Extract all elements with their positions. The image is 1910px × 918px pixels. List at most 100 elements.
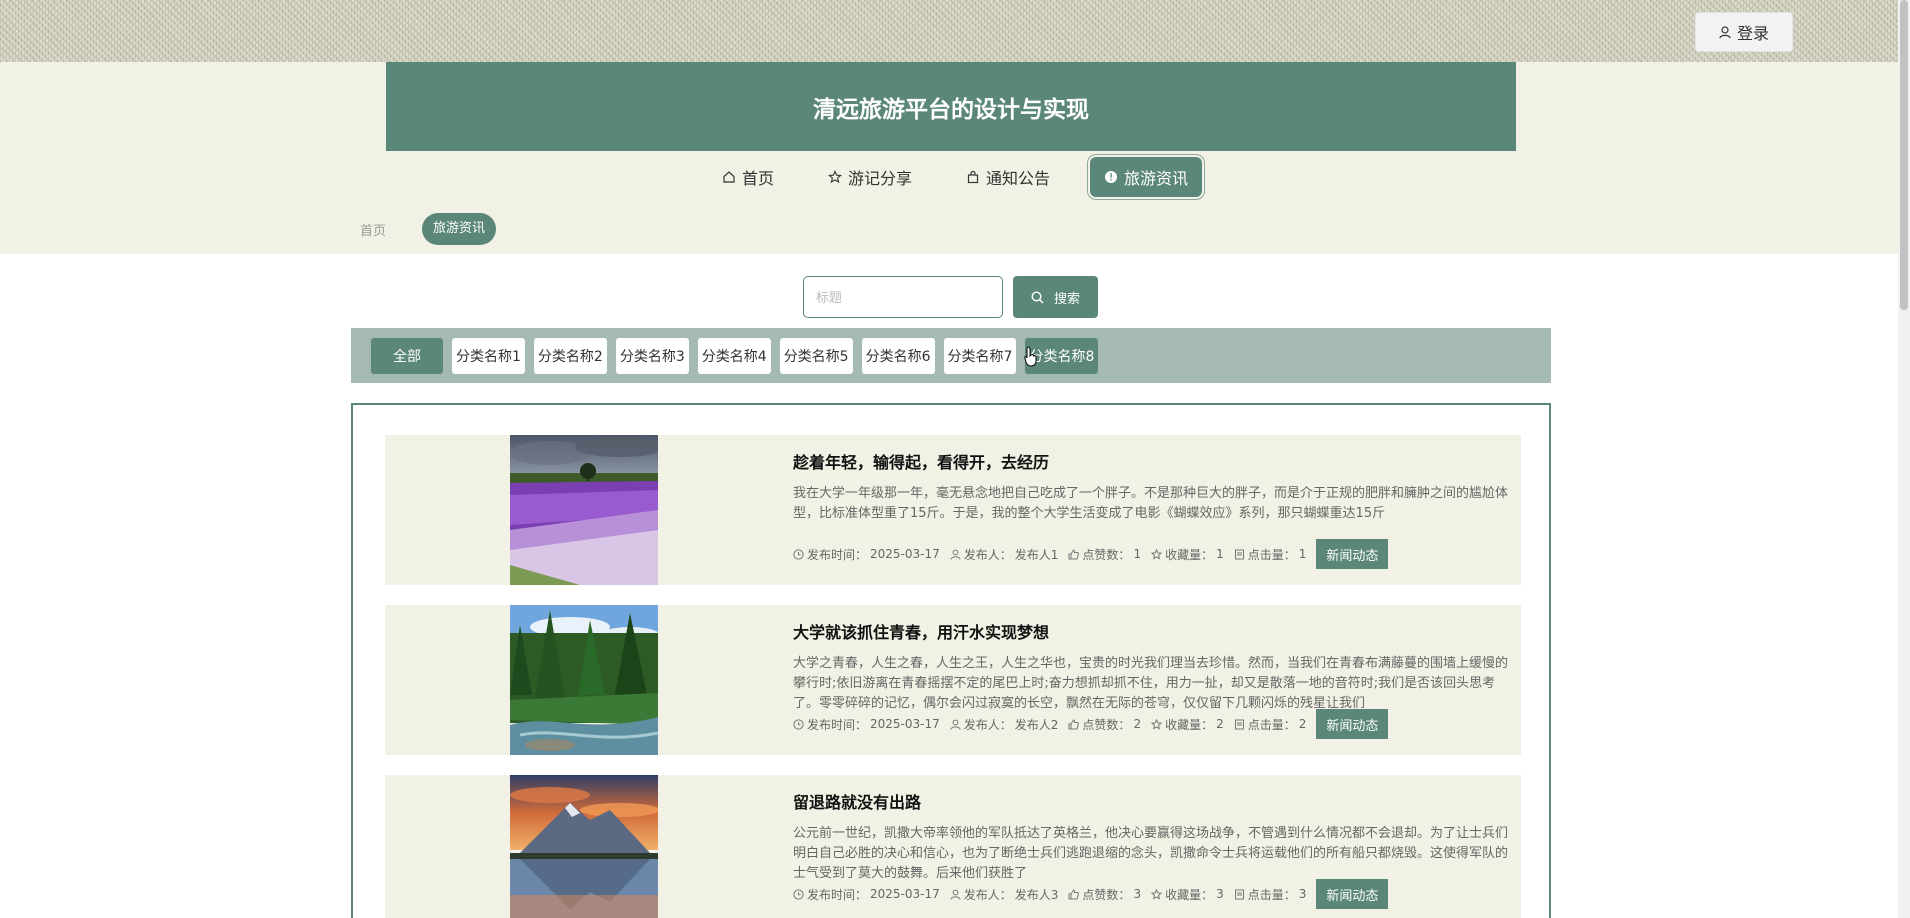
meta-likes-label: 点赞数： [1082,717,1131,732]
nav-item-travel-notes[interactable]: 游记分享 [814,157,926,197]
search-row: 搜索 [803,276,1098,318]
login-button[interactable]: 登录 [1695,12,1793,52]
thumb-up-icon [1068,548,1080,559]
site-title-bar: 清远旅游平台的设计与实现 [386,62,1516,151]
nav-label: 旅游资讯 [1124,169,1189,188]
article-card[interactable]: 趁着年轻，输得起，看得开，去经历 我在大学一年级那一年，毫无悬念地把自己吃成了一… [385,435,1521,585]
category-bar: 全部 分类名称1 分类名称2 分类名称3 分类名称4 分类名称5 分类名称6 分… [351,328,1551,383]
meta-author-label: 发布人： [963,547,1012,562]
info-icon [1105,171,1118,183]
meta-clicks-label: 点击量： [1247,717,1296,732]
user-icon [1719,25,1731,38]
meta-favorites-label: 收藏量： [1165,887,1214,902]
meta-author-label: 发布人： [963,887,1012,902]
nav-item-notices[interactable]: 通知公告 [952,157,1064,197]
meta-favorites-label: 收藏量： [1165,547,1214,562]
meta-favorites-value: 1 [1216,547,1224,561]
meta-time-label: 发布时间： [807,887,868,902]
nav-item-home[interactable]: 首页 [708,157,788,197]
meta-time: 发布时间： 2025-03-17 [793,716,940,733]
article-info: 留退路就没有出路 公元前一世纪，凯撒大帝率领他的军队抵达了英格兰，他决心要赢得这… [793,775,1508,909]
top-texture-band [0,0,1910,62]
meta-author-label: 发布人： [963,717,1012,732]
article-info: 大学就该抓住青春，用汗水实现梦想 大学之青春，人生之春，人生之王，人生之华也，宝… [793,605,1508,739]
category-item[interactable]: 分类名称4 [697,337,771,374]
meta-clicks: 点击量： 3 [1234,886,1306,903]
article-image-lavender[interactable] [510,435,658,585]
nav-label: 游记分享 [847,169,912,188]
meta-favorites-value: 2 [1216,717,1224,731]
meta-time-value: 2025-03-17 [870,887,940,901]
meta-favorites: 收藏量： 1 [1151,546,1224,563]
clock-icon [793,548,804,560]
search-icon [1031,290,1044,303]
search-input[interactable] [803,276,1003,318]
search-button-label: 搜索 [1053,291,1080,307]
meta-clicks-label: 点击量： [1247,547,1296,562]
article-tag-button[interactable]: 新闻动态 [1316,539,1389,569]
article-card[interactable]: 留退路就没有出路 公元前一世纪，凯撒大帝率领他的军队抵达了英格兰，他决心要赢得这… [385,775,1521,918]
article-image-forest[interactable] [510,605,658,755]
meta-time-value: 2025-03-17 [870,547,940,561]
meta-author-value: 发布人1 [1014,547,1059,562]
meta-time-label: 发布时间： [807,547,868,562]
nav-item-travel-news[interactable]: 旅游资讯 [1090,157,1203,197]
breadcrumb-home[interactable]: 首页 [360,220,386,239]
meta-favorites: 收藏量： 2 [1151,716,1224,733]
meta-likes-value: 3 [1133,887,1142,901]
article-tag-button[interactable]: 新闻动态 [1316,879,1389,909]
star-icon [1151,548,1163,560]
meta-favorites-value: 3 [1216,887,1224,901]
article-desc: 我在大学一年级那一年，毫无悬念地把自己吃成了一个胖子。不是那种巨大的胖子，而是介… [793,486,1508,521]
star-icon [1151,718,1163,730]
category-item[interactable]: 分类名称2 [533,337,607,374]
category-item[interactable]: 分类名称7 [943,337,1017,374]
search-button[interactable]: 搜索 [1013,276,1098,318]
scrollbar-thumb[interactable] [1900,0,1908,310]
page-scrollbar[interactable] [1898,0,1910,918]
breadcrumb-current: 旅游资讯 [422,213,497,245]
article-tag-button[interactable]: 新闻动态 [1316,709,1389,739]
category-item[interactable]: 分类名称5 [779,337,853,374]
category-item[interactable]: 分类名称1 [452,337,525,374]
meta-author-value: 发布人2 [1014,717,1059,732]
article-meta: 发布时间： 2025-03-17 发布人： 发布人1 点赞数： 1 收藏量： 1 点击量… [793,539,1389,569]
meta-clicks-value: 1 [1298,547,1307,561]
bag-icon [967,170,979,184]
meta-favorites-label: 收藏量： [1165,717,1214,732]
category-item[interactable]: 分类名称3 [615,337,689,374]
nav-label: 首页 [741,169,774,188]
article-card[interactable]: 大学就该抓住青春，用汗水实现梦想 大学之青春，人生之春，人生之王，人生之华也，宝… [385,605,1521,755]
meta-favorites: 收藏量： 3 [1151,886,1224,903]
meta-likes-label: 点赞数： [1082,547,1131,562]
article-list: 趁着年轻，输得起，看得开，去经历 我在大学一年级那一年，毫无悬念地把自己吃成了一… [351,403,1551,918]
user-icon [950,549,961,560]
meta-likes-value: 2 [1133,717,1142,731]
meta-likes: 点赞数： 2 [1068,716,1141,733]
meta-likes-label: 点赞数： [1082,887,1131,902]
article-desc: 大学之青春，人生之春，人生之王，人生之华也，宝贵的时光我们理当去珍惜。然而，当我… [793,656,1508,711]
breadcrumb: 首页 旅游资讯 [360,213,497,245]
article-meta: 发布时间： 2025-03-17 发布人： 发布人3 点赞数： 3 收藏量： 3 点击量… [793,879,1389,909]
article-title[interactable]: 留退路就没有出路 [793,789,1508,812]
mouse-cursor-icon [1024,346,1037,367]
category-item[interactable]: 分类名称6 [861,337,935,374]
login-label: 登录 [1736,24,1769,43]
article-image-mountain[interactable] [510,775,658,918]
site-title: 清远旅游平台的设计与实现 [813,96,1089,123]
meta-likes: 点赞数： 1 [1068,546,1141,563]
category-all[interactable]: 全部 [371,337,443,374]
meta-clicks: 点击量： 2 [1234,716,1306,733]
meta-likes: 点赞数： 3 [1068,886,1141,903]
meta-author: 发布人： 发布人2 [950,716,1059,733]
article-title[interactable]: 趁着年轻，输得起，看得开，去经历 [793,449,1508,472]
article-info: 趁着年轻，输得起，看得开，去经历 我在大学一年级那一年，毫无悬念地把自己吃成了一… [793,435,1508,569]
meta-clicks-label: 点击量： [1247,887,1296,902]
meta-author-value: 发布人3 [1014,887,1059,902]
meta-author: 发布人： 发布人1 [950,546,1059,563]
article-title[interactable]: 大学就该抓住青春，用汗水实现梦想 [793,619,1508,642]
meta-time-value: 2025-03-17 [870,717,940,731]
nav-label: 通知公告 [986,169,1051,188]
document-icon [1234,719,1244,729]
article-meta: 发布时间： 2025-03-17 发布人： 发布人2 点赞数： 2 收藏量： 2 点击量… [793,709,1389,739]
